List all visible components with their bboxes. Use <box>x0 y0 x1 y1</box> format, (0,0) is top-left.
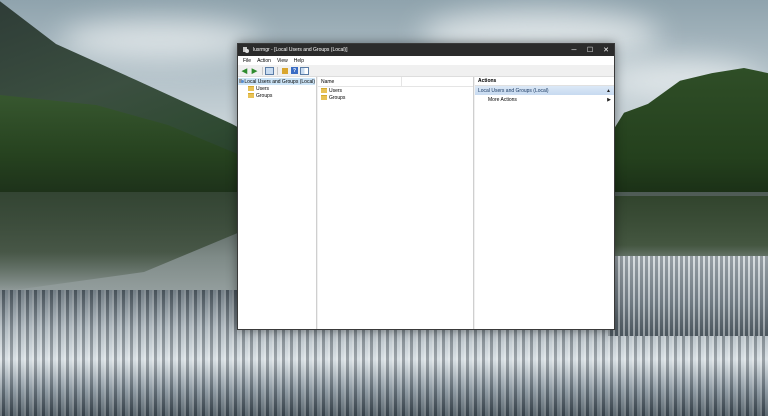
results-list[interactable]: Name Users Groups <box>318 77 474 329</box>
actions-header: Actions <box>475 77 614 86</box>
actions-group-label: Local Users and Groups (Local) <box>478 87 549 94</box>
menu-action[interactable]: Action <box>254 58 274 64</box>
actions-item-label: More Actions <box>488 96 517 103</box>
menu-bar: File Action View Help <box>238 56 614 65</box>
show-hide-action-pane-icon[interactable] <box>300 66 309 75</box>
column-header-name[interactable]: Name <box>318 77 402 86</box>
maximize-button[interactable]: ☐ <box>582 44 598 56</box>
toolbar: ◀ ▶ ? <box>238 65 614 77</box>
show-hide-console-tree-icon[interactable] <box>265 66 274 75</box>
menu-view[interactable]: View <box>274 58 291 64</box>
back-icon[interactable]: ◀ <box>240 66 249 75</box>
folder-icon <box>248 93 254 98</box>
help-icon[interactable]: ? <box>290 66 299 75</box>
actions-group-local-users-groups[interactable]: Local Users and Groups (Local) ▲ <box>475 86 614 95</box>
folder-icon <box>321 88 327 93</box>
minimize-button[interactable]: ─ <box>566 44 582 56</box>
mmc-app-icon[interactable] <box>242 46 250 54</box>
computer-management-icon <box>239 79 245 84</box>
list-item-users[interactable]: Users <box>318 87 473 94</box>
list-item-label: Users <box>329 87 343 94</box>
toolbar-separator <box>262 66 263 75</box>
tree-item-root[interactable]: Local Users and Groups (Local) <box>238 78 315 85</box>
window-title: lusrmgr - [Local Users and Groups (Local… <box>253 47 348 53</box>
forward-icon[interactable]: ▶ <box>250 66 259 75</box>
tree-item-groups[interactable]: Groups <box>238 92 316 99</box>
console-tree[interactable]: Local Users and Groups (Local) Users Gro… <box>238 77 317 329</box>
menu-file[interactable]: File <box>240 58 254 64</box>
export-list-icon[interactable] <box>280 66 289 75</box>
more-actions-item[interactable]: More Actions ▶ <box>475 95 614 104</box>
tree-item-users[interactable]: Users <box>238 85 316 92</box>
tree-item-label: Local Users and Groups (Local) <box>244 78 315 85</box>
panes-container: Local Users and Groups (Local) Users Gro… <box>238 77 614 329</box>
folder-icon <box>321 95 327 100</box>
waterfall <box>608 256 768 336</box>
actions-pane: Actions Local Users and Groups (Local) ▲… <box>475 77 614 329</box>
menu-help[interactable]: Help <box>291 58 307 64</box>
cloud <box>60 20 260 60</box>
lusrmgr-window[interactable]: lusrmgr - [Local Users and Groups (Local… <box>237 43 615 330</box>
tree-item-label: Groups <box>256 92 273 99</box>
tree-item-label: Users <box>256 85 270 92</box>
submenu-arrow-icon: ▶ <box>607 96 611 103</box>
list-header: Name <box>318 77 473 87</box>
collapse-arrow-icon[interactable]: ▲ <box>606 88 611 94</box>
title-bar[interactable]: lusrmgr - [Local Users and Groups (Local… <box>238 44 614 56</box>
list-item-groups[interactable]: Groups <box>318 94 473 101</box>
folder-icon <box>248 86 254 91</box>
toolbar-separator <box>277 66 278 75</box>
close-button[interactable]: ✕ <box>598 44 614 56</box>
list-item-label: Groups <box>329 94 346 101</box>
